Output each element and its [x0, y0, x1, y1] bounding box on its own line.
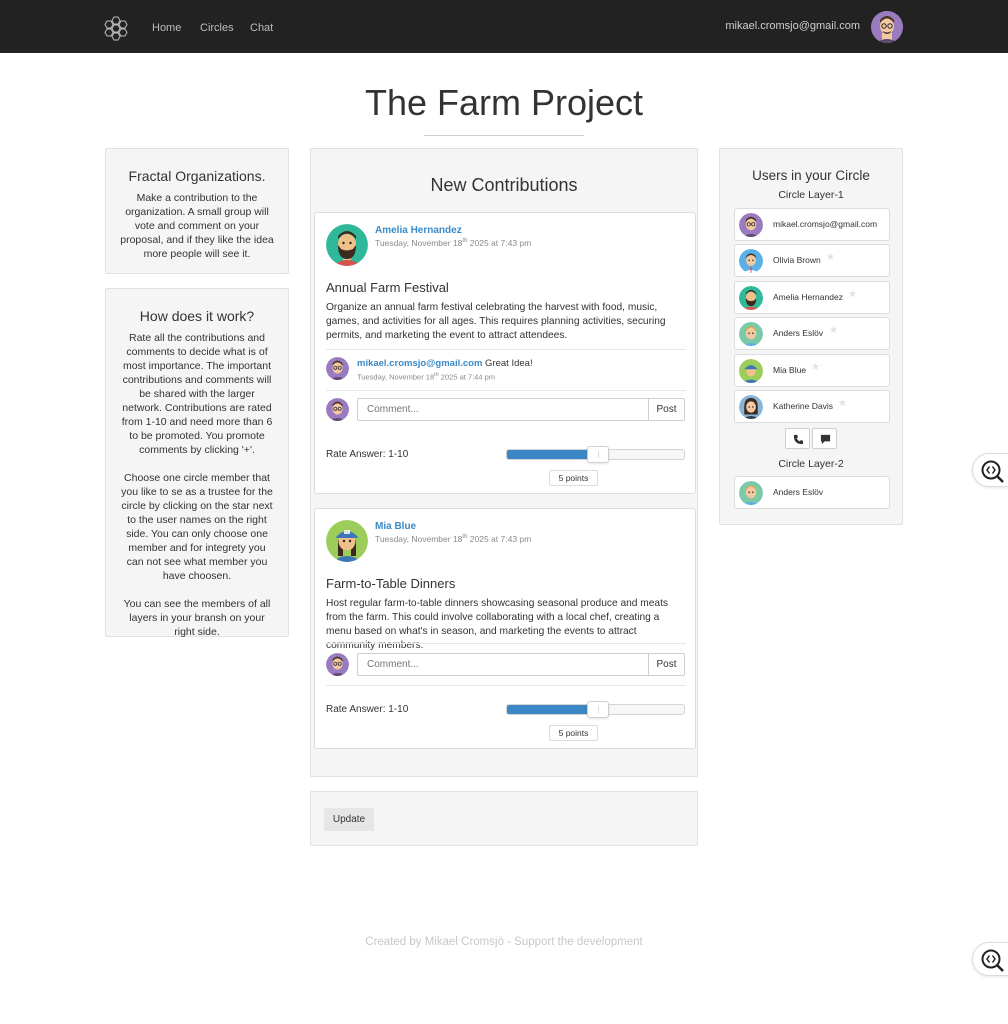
author-avatar-icon — [326, 520, 368, 562]
circle-user[interactable]: Anders Eslöv ★ — [734, 317, 890, 350]
user-avatar-icon — [739, 481, 763, 505]
circle-user[interactable]: mikael.cromsjo@gmail.com — [734, 208, 890, 241]
rate-label: Rate Answer: 1-10 — [326, 704, 409, 715]
about-heading: Fractal Organizations. — [128, 168, 266, 184]
slider-handle[interactable] — [586, 701, 609, 718]
hexagon-cluster-logo-icon[interactable] — [104, 14, 132, 42]
divider — [326, 349, 686, 350]
chat-bubble-icon — [820, 434, 831, 445]
user-email[interactable]: mikael.cromsjo@gmail.com — [725, 20, 860, 32]
slider-handle[interactable] — [586, 446, 609, 463]
post-comment-button[interactable]: Post — [648, 653, 685, 676]
points-badge: 5 points — [549, 470, 598, 486]
circle-user[interactable]: Katherine Davis ★ — [734, 390, 890, 423]
contribution-card: Mia Blue Tuesday, November 18th 2025 at … — [314, 508, 696, 749]
divider — [326, 390, 686, 391]
contribution-text: Host regular farm-to-table dinners showc… — [326, 598, 669, 651]
contribution-author[interactable]: Mia Blue — [375, 521, 416, 532]
circle-user[interactable]: Mia Blue ★ — [734, 354, 890, 387]
trustee-star-icon[interactable]: ★ — [829, 325, 838, 336]
circle-layer-2-heading: Circle Layer-2 — [778, 458, 844, 470]
phone-button[interactable] — [785, 428, 810, 449]
user-name: Anders Eslöv — [773, 328, 824, 338]
trustee-star-icon[interactable]: ★ — [811, 362, 820, 373]
comment-text: mikael.cromsjo@gmail.com Great Idea! — [357, 358, 533, 369]
user-avatar-icon — [739, 322, 763, 346]
user-name: Mia Blue — [773, 365, 807, 375]
update-button[interactable]: Update — [324, 808, 374, 831]
circle-users-heading: Users in your Circle — [752, 168, 870, 183]
circle-user[interactable]: Anders Eslöv — [734, 476, 890, 509]
how-text-3: You can see the members of all layers in… — [123, 598, 271, 638]
nav-link-chat[interactable]: Chat — [250, 22, 273, 34]
contribution-title: Annual Farm Festival — [326, 280, 449, 295]
about-panel: Fractal Organizations. Make a contributi… — [105, 148, 289, 274]
chat-button[interactable] — [812, 428, 837, 449]
nav-link-home[interactable]: Home — [152, 22, 181, 34]
user-avatar-icon — [739, 213, 763, 237]
footer-credit[interactable]: Created by Mikael Cromsjö - Support the … — [0, 936, 1008, 948]
contribution-card: Amelia Hernandez Tuesday, November 18th … — [314, 212, 696, 494]
title-divider — [424, 135, 584, 136]
user-avatar-icon[interactable] — [871, 11, 903, 43]
rate-label: Rate Answer: 1-10 — [326, 449, 409, 460]
trustee-star-icon[interactable]: ★ — [848, 289, 857, 300]
user-name: Amelia Hernandez — [773, 292, 843, 302]
user-avatar-icon — [739, 249, 763, 273]
contribution-title: Farm-to-Table Dinners — [326, 576, 456, 591]
my-avatar-icon — [326, 398, 349, 421]
how-text-1: Rate all the contributions and comments … — [121, 332, 273, 456]
search-code-icon — [981, 460, 1004, 483]
author-avatar-icon — [326, 224, 368, 266]
comment-input[interactable] — [357, 653, 649, 676]
circle-user[interactable]: Olivia Brown ★ — [734, 244, 890, 277]
my-avatar-icon — [326, 653, 349, 676]
contributions-panel: New Contributions Amelia Hernandez Tuesd… — [310, 148, 698, 777]
how-heading: How does it work? — [139, 308, 255, 324]
divider — [326, 685, 686, 686]
trustee-star-icon[interactable]: ★ — [838, 398, 847, 409]
trustee-star-icon[interactable]: ★ — [826, 252, 835, 263]
page-title: The Farm Project — [364, 82, 644, 123]
contribution-time: Tuesday, November 18th 2025 at 7:43 pm — [375, 534, 532, 544]
user-name: mikael.cromsjo@gmail.com — [773, 219, 878, 229]
contribution-author[interactable]: Amelia Hernandez — [375, 225, 462, 236]
divider — [326, 643, 686, 644]
user-name: Olivia Brown — [773, 255, 821, 265]
how-it-works-panel: How does it work? Rate all the contribut… — [105, 288, 289, 638]
comment-time: Tuesday, November 18th 2025 at 7:44 pm — [357, 372, 496, 382]
phone-icon — [793, 434, 804, 445]
comment-input[interactable] — [357, 398, 649, 421]
how-text-2: Choose one circle member that you like t… — [121, 472, 273, 582]
rating-slider[interactable] — [506, 446, 685, 463]
top-navbar: Home Circles Chat mikael.cromsjo@gmail.c… — [0, 0, 1008, 53]
about-text: Make a contribution to the organization.… — [120, 192, 274, 260]
search-code-icon — [981, 949, 1004, 972]
nav-link-circles[interactable]: Circles — [200, 22, 234, 34]
points-badge: 5 points — [549, 725, 598, 741]
circle-layer-1-heading: Circle Layer-1 — [778, 189, 844, 201]
user-name: Katherine Davis — [773, 401, 834, 411]
user-avatar-icon — [739, 359, 763, 383]
update-panel: Update — [310, 791, 698, 846]
comment-author[interactable]: mikael.cromsjo@gmail.com — [357, 358, 482, 369]
circle-user[interactable]: Amelia Hernandez ★ — [734, 281, 890, 314]
side-helper-tab[interactable] — [972, 453, 1008, 487]
rating-slider[interactable] — [506, 701, 685, 718]
user-avatar-icon — [739, 286, 763, 310]
circle-users-panel: Users in your Circle Circle Layer-1 mika… — [719, 148, 903, 525]
contributions-heading: New Contributions — [430, 175, 578, 195]
contribution-text: Organize an annual farm festival celebra… — [326, 302, 666, 341]
commenter-avatar-icon — [326, 357, 349, 380]
post-comment-button[interactable]: Post — [648, 398, 685, 421]
user-name: Anders Eslöv — [773, 487, 824, 497]
contribution-time: Tuesday, November 18th 2025 at 7:43 pm — [375, 238, 532, 248]
user-avatar-icon — [739, 395, 763, 419]
